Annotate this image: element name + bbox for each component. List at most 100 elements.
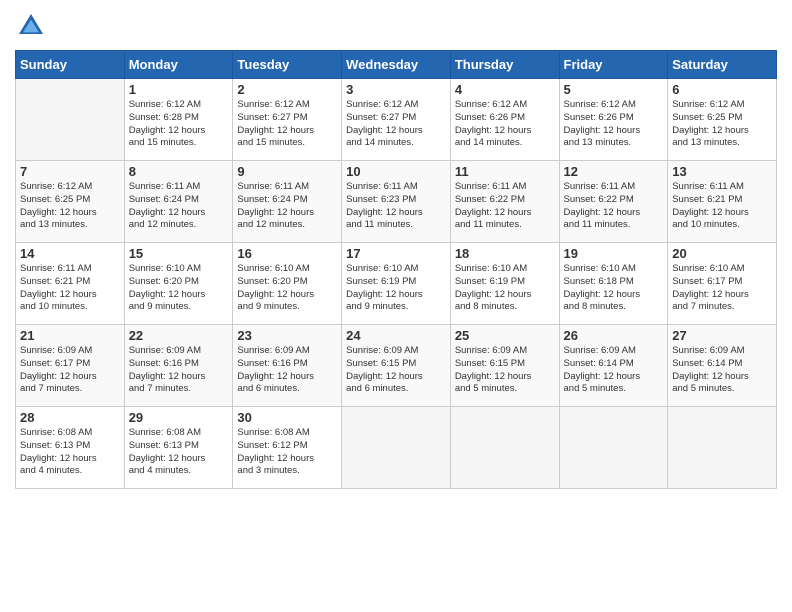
day-info: Sunrise: 6:11 AM Sunset: 6:24 PM Dayligh… [237,181,337,232]
day-number: 23 [237,328,337,343]
day-number: 4 [455,82,555,97]
week-row-0: 1 Sunrise: 6:12 AM Sunset: 6:28 PM Daylig… [16,79,777,161]
day-number: 29 [129,410,229,425]
day-number: 12 [564,164,664,179]
calendar-cell: 15 Sunrise: 6:10 AM Sunset: 6:20 PM Dayli… [124,243,233,325]
day-info: Sunrise: 6:08 AM Sunset: 6:12 PM Dayligh… [237,427,337,478]
day-info: Sunrise: 6:11 AM Sunset: 6:21 PM Dayligh… [20,263,120,314]
day-info: Sunrise: 6:09 AM Sunset: 6:15 PM Dayligh… [455,345,555,396]
calendar-cell [16,79,125,161]
calendar-cell: 3 Sunrise: 6:12 AM Sunset: 6:27 PM Daylig… [342,79,451,161]
calendar-cell: 26 Sunrise: 6:09 AM Sunset: 6:14 PM Dayli… [559,325,668,407]
day-info: Sunrise: 6:08 AM Sunset: 6:13 PM Dayligh… [20,427,120,478]
day-number: 14 [20,246,120,261]
day-number: 7 [20,164,120,179]
calendar-cell: 4 Sunrise: 6:12 AM Sunset: 6:26 PM Daylig… [450,79,559,161]
day-info: Sunrise: 6:12 AM Sunset: 6:28 PM Dayligh… [129,99,229,150]
calendar-cell: 6Sunrise: 6:12 AM Sunset: 6:25 PM Daylig… [668,79,777,161]
calendar-cell: 12 Sunrise: 6:11 AM Sunset: 6:22 PM Dayli… [559,161,668,243]
day-number: 26 [564,328,664,343]
day-number: 11 [455,164,555,179]
day-number: 5 [564,82,664,97]
calendar-cell: 17Sunrise: 6:10 AM Sunset: 6:19 PM Dayli… [342,243,451,325]
day-number: 15 [129,246,229,261]
calendar-cell: 11 Sunrise: 6:11 AM Sunset: 6:22 PM Dayli… [450,161,559,243]
week-row-4: 28 Sunrise: 6:08 AM Sunset: 6:13 PM Dayli… [16,407,777,489]
weekday-header-tuesday: Tuesday [233,51,342,79]
week-row-3: 21Sunrise: 6:09 AM Sunset: 6:17 PM Dayli… [16,325,777,407]
day-info: Sunrise: 6:08 AM Sunset: 6:13 PM Dayligh… [129,427,229,478]
calendar-cell: 10 Sunrise: 6:11 AM Sunset: 6:23 PM Dayli… [342,161,451,243]
calendar-cell: 16Sunrise: 6:10 AM Sunset: 6:20 PM Dayli… [233,243,342,325]
week-row-2: 14 Sunrise: 6:11 AM Sunset: 6:21 PM Dayli… [16,243,777,325]
day-info: Sunrise: 6:09 AM Sunset: 6:15 PM Dayligh… [346,345,446,396]
day-info: Sunrise: 6:10 AM Sunset: 6:18 PM Dayligh… [564,263,664,314]
calendar-cell: 1 Sunrise: 6:12 AM Sunset: 6:28 PM Daylig… [124,79,233,161]
day-info: Sunrise: 6:12 AM Sunset: 6:27 PM Dayligh… [346,99,446,150]
day-info: Sunrise: 6:12 AM Sunset: 6:26 PM Dayligh… [455,99,555,150]
logo [15,10,51,42]
day-number: 27 [672,328,772,343]
calendar-cell: 21Sunrise: 6:09 AM Sunset: 6:17 PM Dayli… [16,325,125,407]
calendar-cell: 7 Sunrise: 6:12 AM Sunset: 6:25 PM Daylig… [16,161,125,243]
day-info: Sunrise: 6:11 AM Sunset: 6:22 PM Dayligh… [455,181,555,232]
day-info: Sunrise: 6:11 AM Sunset: 6:24 PM Dayligh… [129,181,229,232]
calendar-cell: 29 Sunrise: 6:08 AM Sunset: 6:13 PM Dayli… [124,407,233,489]
day-number: 6 [672,82,772,97]
calendar-cell [450,407,559,489]
day-number: 18 [455,246,555,261]
day-info: Sunrise: 6:10 AM Sunset: 6:20 PM Dayligh… [129,263,229,314]
calendar-cell: 5 Sunrise: 6:12 AM Sunset: 6:26 PM Daylig… [559,79,668,161]
calendar-cell: 28 Sunrise: 6:08 AM Sunset: 6:13 PM Dayli… [16,407,125,489]
day-info: Sunrise: 6:09 AM Sunset: 6:16 PM Dayligh… [237,345,337,396]
day-info: Sunrise: 6:11 AM Sunset: 6:22 PM Dayligh… [564,181,664,232]
calendar-cell: 24 Sunrise: 6:09 AM Sunset: 6:15 PM Dayli… [342,325,451,407]
weekday-header-thursday: Thursday [450,51,559,79]
day-info: Sunrise: 6:12 AM Sunset: 6:27 PM Dayligh… [237,99,337,150]
day-info: Sunrise: 6:09 AM Sunset: 6:14 PM Dayligh… [672,345,772,396]
day-info: Sunrise: 6:10 AM Sunset: 6:19 PM Dayligh… [346,263,446,314]
calendar-cell: 20 Sunrise: 6:10 AM Sunset: 6:17 PM Dayli… [668,243,777,325]
day-number: 20 [672,246,772,261]
calendar-cell: 8 Sunrise: 6:11 AM Sunset: 6:24 PM Daylig… [124,161,233,243]
day-number: 16 [237,246,337,261]
day-number: 22 [129,328,229,343]
week-row-1: 7 Sunrise: 6:12 AM Sunset: 6:25 PM Daylig… [16,161,777,243]
day-number: 8 [129,164,229,179]
day-number: 19 [564,246,664,261]
day-info: Sunrise: 6:09 AM Sunset: 6:16 PM Dayligh… [129,345,229,396]
day-number: 30 [237,410,337,425]
day-info: Sunrise: 6:11 AM Sunset: 6:23 PM Dayligh… [346,181,446,232]
calendar-cell: 22 Sunrise: 6:09 AM Sunset: 6:16 PM Dayli… [124,325,233,407]
day-number: 24 [346,328,446,343]
weekday-header-monday: Monday [124,51,233,79]
day-info: Sunrise: 6:11 AM Sunset: 6:21 PM Dayligh… [672,181,772,232]
day-number: 1 [129,82,229,97]
weekday-header-saturday: Saturday [668,51,777,79]
day-info: Sunrise: 6:12 AM Sunset: 6:25 PM Dayligh… [20,181,120,232]
calendar-cell: 13Sunrise: 6:11 AM Sunset: 6:21 PM Dayli… [668,161,777,243]
page: SundayMondayTuesdayWednesdayThursdayFrid… [0,0,792,612]
day-number: 3 [346,82,446,97]
day-info: Sunrise: 6:09 AM Sunset: 6:14 PM Dayligh… [564,345,664,396]
weekday-header-row: SundayMondayTuesdayWednesdayThursdayFrid… [16,51,777,79]
calendar-cell: 19 Sunrise: 6:10 AM Sunset: 6:18 PM Dayli… [559,243,668,325]
day-number: 28 [20,410,120,425]
day-info: Sunrise: 6:12 AM Sunset: 6:26 PM Dayligh… [564,99,664,150]
weekday-header-wednesday: Wednesday [342,51,451,79]
calendar-cell: 14 Sunrise: 6:11 AM Sunset: 6:21 PM Dayli… [16,243,125,325]
calendar-cell: 30 Sunrise: 6:08 AM Sunset: 6:12 PM Dayli… [233,407,342,489]
day-number: 25 [455,328,555,343]
header [15,10,777,42]
weekday-header-sunday: Sunday [16,51,125,79]
day-info: Sunrise: 6:09 AM Sunset: 6:17 PM Dayligh… [20,345,120,396]
calendar-cell: 18 Sunrise: 6:10 AM Sunset: 6:19 PM Dayli… [450,243,559,325]
day-info: Sunrise: 6:10 AM Sunset: 6:17 PM Dayligh… [672,263,772,314]
day-number: 9 [237,164,337,179]
day-info: Sunrise: 6:10 AM Sunset: 6:19 PM Dayligh… [455,263,555,314]
calendar-cell [668,407,777,489]
calendar-cell [342,407,451,489]
day-number: 10 [346,164,446,179]
calendar-cell: 2 Sunrise: 6:12 AM Sunset: 6:27 PM Daylig… [233,79,342,161]
day-number: 2 [237,82,337,97]
